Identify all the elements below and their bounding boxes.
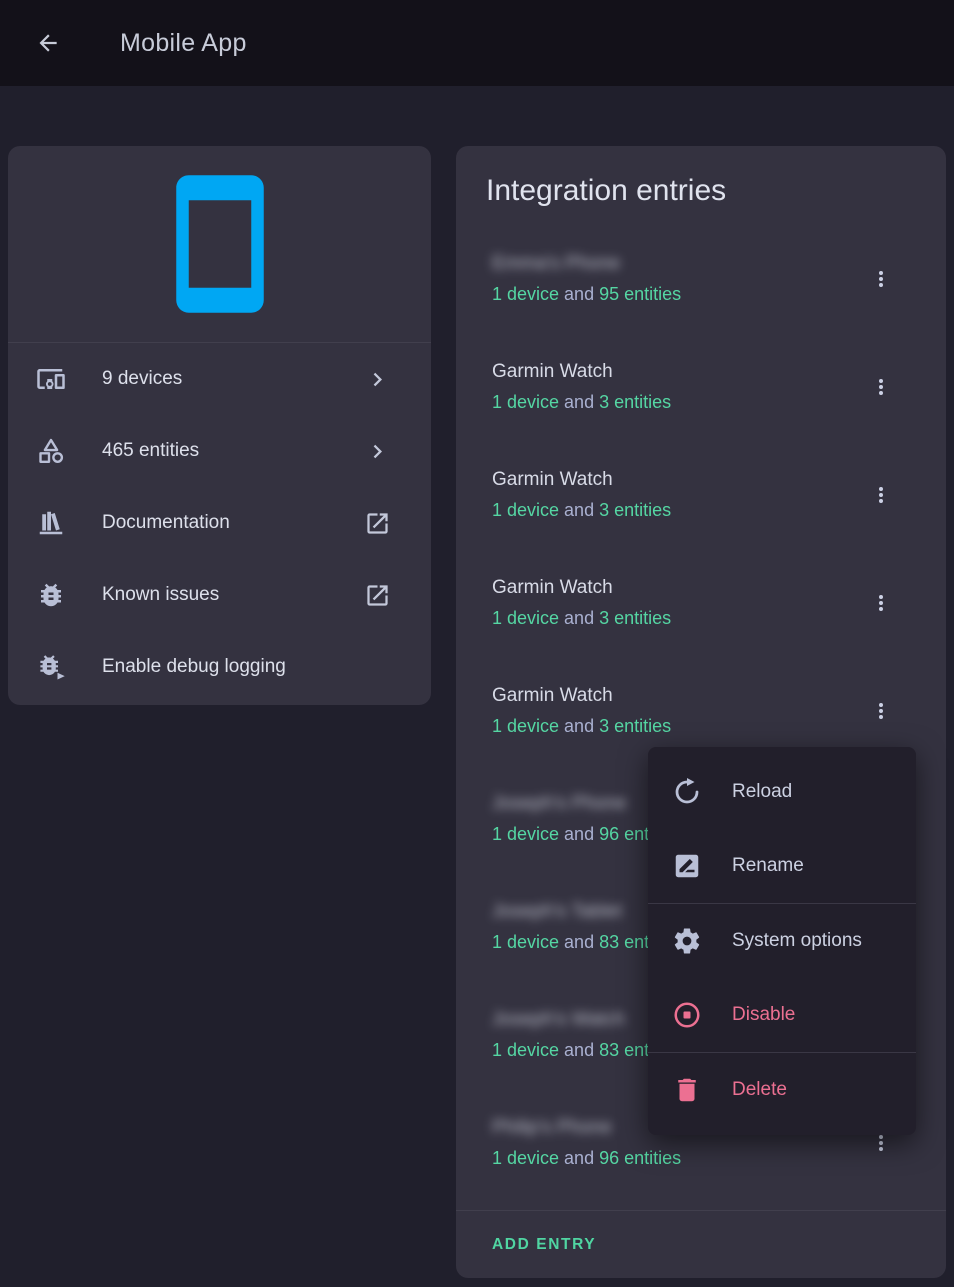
overview-row-label: Enable debug logging — [102, 656, 391, 678]
entry-device-link[interactable]: 1 device — [492, 824, 559, 844]
integration-entry: Emma's Phone1 device and 95 entities — [456, 240, 946, 348]
entry-device-link[interactable]: 1 device — [492, 392, 559, 412]
overview-row-known-issues[interactable]: Known issues — [8, 559, 431, 631]
entry-context-menu: Reload Rename System options Disable Delete — [648, 747, 916, 1135]
overview-row-label: Documentation — [102, 512, 364, 534]
entry-device-link[interactable]: 1 device — [492, 716, 559, 736]
entry-device-link[interactable]: 1 device — [492, 1148, 559, 1168]
entry-device-link[interactable]: 1 device — [492, 1040, 559, 1060]
menu-item-label: Delete — [732, 1079, 787, 1101]
integration-entry: Garmin Watch1 device and 3 entities — [456, 348, 946, 456]
overview-row-devices[interactable]: 9 devices — [8, 343, 431, 415]
menu-item-system-options[interactable]: System options — [648, 904, 916, 978]
entry-menu-button[interactable] — [861, 257, 901, 301]
integration-icon-section — [8, 146, 431, 343]
arrow-left-icon — [35, 30, 61, 56]
entry-entities-link[interactable]: 95 entities — [599, 284, 681, 304]
entry-entities-link[interactable]: 3 entities — [599, 500, 671, 520]
entry-device-link[interactable]: 1 device — [492, 284, 559, 304]
overview-row-label: Known issues — [102, 584, 364, 606]
integration-entry: Garmin Watch1 device and 3 entities — [456, 456, 946, 564]
entry-device-link[interactable]: 1 device — [492, 500, 559, 520]
overview-row-label: 465 entities — [102, 440, 364, 462]
entry-menu-button[interactable] — [861, 473, 901, 517]
entry-summary-conjunction: and — [559, 824, 599, 844]
entry-summary-conjunction: and — [559, 392, 599, 412]
entry-summary-conjunction: and — [559, 608, 599, 628]
dots-vertical-icon — [869, 267, 893, 291]
chevron-right-icon — [364, 366, 391, 393]
entry-summary-conjunction: and — [559, 500, 599, 520]
entry-summary-conjunction: and — [559, 716, 599, 736]
menu-item-label: Rename — [732, 855, 804, 877]
reload-icon — [672, 777, 702, 807]
menu-item-label: Reload — [732, 781, 792, 803]
back-button[interactable] — [24, 19, 72, 67]
entry-summary-conjunction: and — [559, 932, 599, 952]
entry-menu-button[interactable] — [861, 365, 901, 409]
open-in-new-icon — [364, 582, 391, 609]
delete-icon — [672, 1075, 702, 1105]
entry-entities-link[interactable]: 3 entities — [599, 716, 671, 736]
entry-summary-conjunction: and — [559, 1148, 599, 1168]
entry-summary-conjunction: and — [559, 284, 599, 304]
overview-row-label: 9 devices — [102, 368, 364, 390]
entry-device-link[interactable]: 1 device — [492, 608, 559, 628]
entry-summary-conjunction: and — [559, 1040, 599, 1060]
cog-icon — [672, 926, 702, 956]
entry-device-link[interactable]: 1 device — [492, 932, 559, 952]
cellphone-icon — [145, 169, 295, 319]
open-in-new-icon — [364, 510, 391, 537]
menu-item-disable[interactable]: Disable — [648, 978, 916, 1052]
entry-entities-link[interactable]: 3 entities — [599, 608, 671, 628]
shapes-icon — [36, 436, 66, 466]
overview-rows: 9 devices 465 entities Documentation Known … — [8, 343, 431, 703]
stop-circle-icon — [672, 1000, 702, 1030]
overview-row-debug-logging[interactable]: Enable debug logging — [8, 631, 431, 703]
overview-row-documentation[interactable]: Documentation — [8, 487, 431, 559]
add-entry-button[interactable]: ADD ENTRY — [492, 1236, 596, 1254]
dots-vertical-icon — [869, 483, 893, 507]
entry-entities-link[interactable]: 3 entities — [599, 392, 671, 412]
bug-play-icon — [36, 652, 66, 682]
page-title: Mobile App — [120, 29, 247, 58]
bug-icon — [36, 580, 66, 610]
app-header: Mobile App — [0, 0, 954, 86]
overview-row-entities[interactable]: 465 entities — [8, 415, 431, 487]
integration-entry: Garmin Watch1 device and 3 entities — [456, 564, 946, 672]
rename-box-icon — [672, 851, 702, 881]
dots-vertical-icon — [869, 591, 893, 615]
chevron-right-icon — [364, 438, 391, 465]
entry-menu-button[interactable] — [861, 581, 901, 625]
menu-item-rename[interactable]: Rename — [648, 829, 916, 903]
dots-vertical-icon — [869, 699, 893, 723]
devices-icon — [36, 364, 66, 394]
entries-card-footer: ADD ENTRY — [456, 1210, 946, 1278]
integration-overview-card: 9 devices 465 entities Documentation Known … — [8, 146, 431, 705]
menu-item-label: System options — [732, 930, 862, 952]
entry-entities-link[interactable]: 96 entities — [599, 1148, 681, 1168]
entry-menu-button[interactable] — [861, 689, 901, 733]
menu-item-label: Disable — [732, 1004, 795, 1026]
menu-item-reload[interactable]: Reload — [648, 755, 916, 829]
menu-item-delete[interactable]: Delete — [648, 1053, 916, 1127]
bookshelf-icon — [36, 508, 66, 538]
dots-vertical-icon — [869, 375, 893, 399]
entries-card-title: Integration entries — [456, 146, 946, 208]
